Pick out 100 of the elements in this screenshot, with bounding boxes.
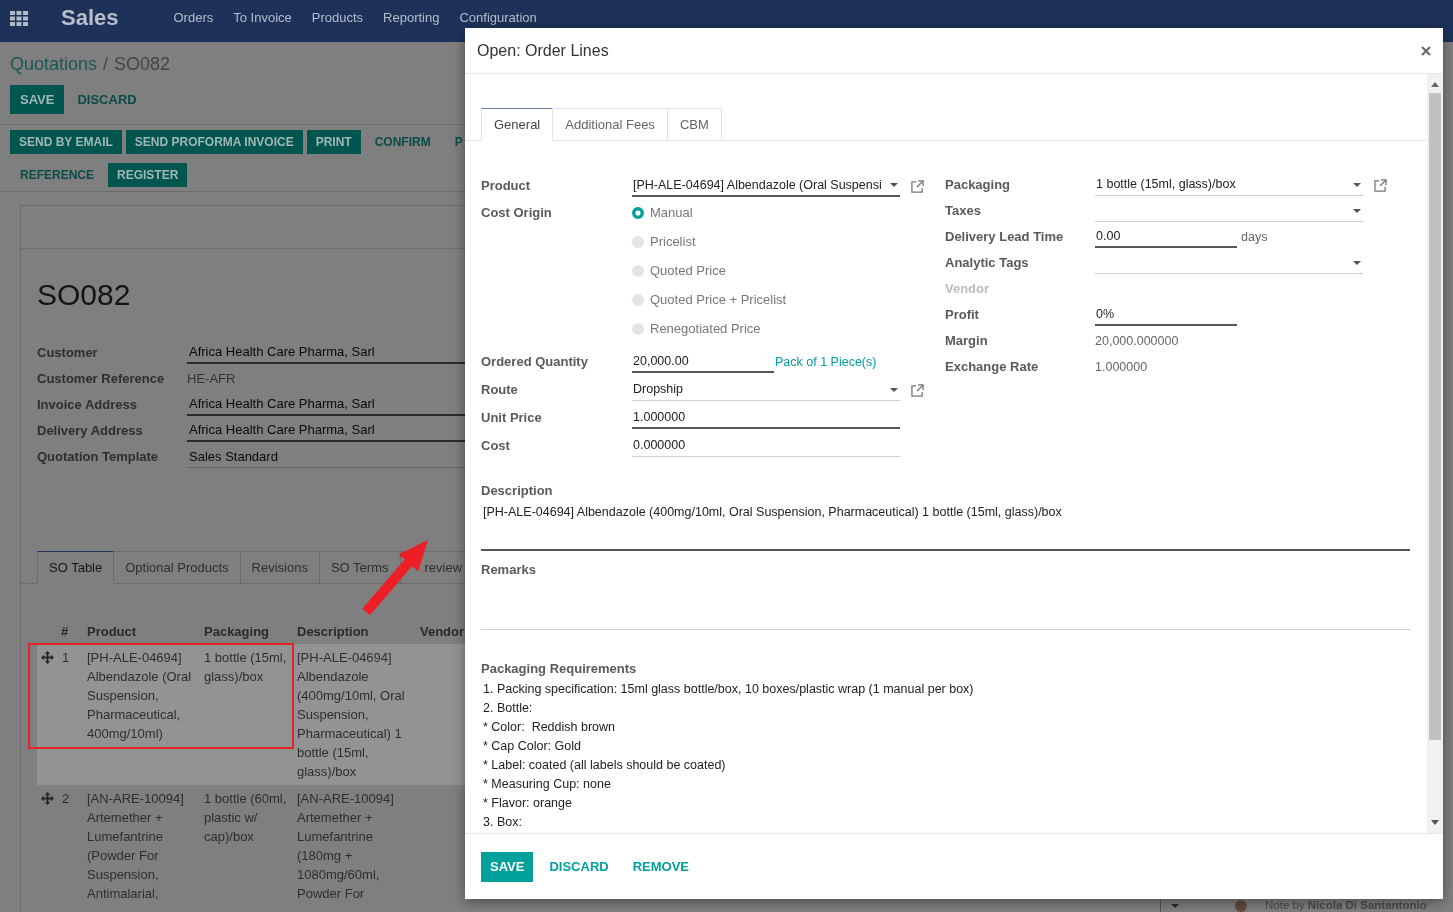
field-label: Customer Reference — [37, 370, 166, 389]
tab[interactable]: CBM — [666, 108, 722, 140]
drag-handle-icon[interactable] — [41, 792, 54, 805]
input-field[interactable]: Africa Health Care Pharma, Sarl — [187, 342, 465, 364]
select-field[interactable]: [PH-ALE-04694] Albendazole (Oral Suspensi — [632, 175, 900, 197]
caret-icon[interactable] — [890, 387, 898, 392]
radio-icon[interactable] — [632, 235, 644, 248]
link-button[interactable]: DISCARD — [64, 85, 150, 114]
menu-item[interactable]: Configuration — [449, 10, 547, 26]
column-header[interactable]: # — [61, 621, 69, 642]
table-cell-text: 2 — [61, 790, 70, 808]
menu-item[interactable]: Orders — [163, 10, 224, 26]
link-button[interactable]: REMOVE — [624, 851, 697, 882]
field-label: Product — [481, 177, 532, 196]
input-field[interactable]: Africa Health Care Pharma, Sarl — [187, 420, 465, 442]
column-header[interactable]: Product — [87, 621, 137, 642]
radio-option[interactable]: Quoted Price + Pricelist — [632, 285, 787, 314]
field-label: Packaging Requirements — [481, 661, 637, 677]
menu-item[interactable]: To Invoice — [223, 10, 302, 26]
radio-option[interactable]: Pricelist — [632, 227, 787, 256]
radio-icon[interactable] — [632, 322, 644, 335]
radio-icon[interactable] — [632, 206, 644, 219]
input-field[interactable]: 1.000000 — [632, 407, 900, 429]
table-cell-text: [PH-ALE-04694] Albendazole (Oral Suspension, Pharmaceutical, 400mg/10ml) — [87, 649, 193, 743]
field-label: Invoice Address — [37, 396, 138, 415]
select-field[interactable]: Dropship — [632, 379, 900, 401]
field-label: Route — [481, 381, 519, 400]
external-link-icon[interactable] — [1374, 178, 1387, 192]
field-label: Description — [481, 483, 553, 499]
field-label: Cost — [481, 437, 511, 456]
input-field[interactable]: 0.000000 — [632, 435, 900, 457]
tab[interactable]: SO Table — [37, 551, 115, 584]
caret-icon[interactable] — [1353, 260, 1361, 265]
field-label: Delivery Lead Time — [945, 228, 1065, 247]
action-button[interactable]: SAVE — [10, 85, 65, 114]
caret-icon[interactable] — [1171, 904, 1179, 908]
input-field[interactable]: 0.00 — [1095, 226, 1237, 248]
dialog-title: Open: Order Lines — [477, 40, 609, 61]
table-cell-text: [AN-ARE-10094] Artemether + Lumefantrine (180mg + 1080mg/60ml, Powder For — [297, 790, 395, 903]
radio-option[interactable]: Manual — [632, 198, 787, 227]
column-header[interactable]: Packaging — [204, 621, 270, 642]
tab[interactable]: General — [481, 108, 554, 141]
description-field[interactable]: [PH-ALE-04694] Albendazole (400mg/10ml, Oral Suspension, Pharmaceutical) 1 bottle (15ml, glass)/box — [481, 503, 1410, 551]
link-button[interactable]: REFERENCE — [10, 163, 104, 187]
drag-handle-icon[interactable] — [41, 651, 54, 664]
action-button[interactable]: SEND PROFORMA INVOICE — [125, 130, 303, 154]
table-cell-text: 1 bottle (60ml, plastic w/ cap)/box — [204, 790, 288, 846]
input-field[interactable]: Sales Standard — [187, 446, 465, 468]
radio-option[interactable]: Quoted Price — [632, 256, 787, 285]
radio-icon[interactable] — [632, 293, 644, 306]
field-label: Customer — [37, 344, 99, 363]
field-label: Packaging — [945, 176, 1012, 195]
scrollbar-thumb[interactable] — [1429, 93, 1441, 740]
table-cell-text: [AN-ARE-10094] Artemether + Lumefantrine (Powder For Suspension, Antimalarial, — [87, 790, 185, 903]
link-button[interactable]: CONFIRM — [364, 130, 441, 154]
field-value: 20,000.000000 — [1095, 332, 1179, 350]
field-label: Taxes — [945, 202, 982, 221]
field-value: HE-AFR — [187, 370, 236, 389]
link-button[interactable]: P — [444, 130, 473, 154]
close-icon[interactable] — [1421, 45, 1431, 56]
apps-grid-icon[interactable] — [10, 11, 28, 26]
breadcrumb-current: SO082 — [114, 53, 171, 75]
field-label: Cost Origin — [481, 204, 553, 222]
field-label: Vendor — [945, 280, 991, 299]
packaging-requirements-text: 1. Packing specification: 15ml glass bottle/box, 10 boxes/plastic wrap (1 manual per box) 2. Bottle: * Color: Reddish brown * Cap Color: Gold * Label: coated (all labels should be coated) * Measuring Cup: none * Flavor: orange 3. Box: — [482, 681, 974, 831]
column-header[interactable]: Vendor — [420, 621, 465, 642]
unit-link[interactable]: Pack of 1 Piece(s) — [775, 352, 877, 372]
table-cell-text: 1 bottle (15ml, glass)/box — [204, 649, 288, 686]
field-label: Delivery Address — [37, 422, 144, 441]
field-label: Analytic Tags — [945, 254, 1030, 273]
input-field[interactable]: 0% — [1095, 304, 1237, 326]
caret-icon[interactable] — [890, 183, 898, 187]
table-row[interactable] — [37, 644, 465, 785]
caret-icon[interactable] — [1353, 208, 1361, 213]
scrollbar-track[interactable] — [1427, 74, 1443, 833]
column-header[interactable]: Description — [297, 621, 369, 642]
action-button[interactable]: SEND BY EMAIL — [10, 130, 122, 154]
action-button[interactable]: SAVE — [481, 851, 534, 882]
menu-item[interactable]: Reporting — [373, 10, 450, 26]
table-cell-text: 1 — [61, 649, 70, 667]
action-button[interactable]: REGISTER — [108, 163, 188, 187]
external-link-icon[interactable] — [911, 383, 924, 397]
menu-item[interactable]: Products — [301, 10, 374, 26]
app-title: Sales — [61, 4, 119, 32]
field-label: Exchange Rate — [945, 358, 1040, 377]
scroll-up-icon[interactable] — [1431, 82, 1439, 87]
caret-icon[interactable] — [1353, 182, 1361, 187]
field-label: Margin — [945, 332, 989, 351]
select-field[interactable]: 1 bottle (15ml, glass)/box — [1095, 174, 1363, 196]
input-field[interactable]: 20,000.00 — [632, 351, 774, 373]
field-label: Quotation Template — [37, 448, 160, 467]
link-button[interactable]: DISCARD — [541, 851, 617, 882]
action-button[interactable]: PRINT — [306, 130, 361, 154]
scroll-down-icon[interactable] — [1431, 820, 1439, 825]
input-field[interactable]: Africa Health Care Pharma, Sarl — [187, 394, 465, 416]
radio-icon[interactable] — [632, 264, 644, 277]
field-label: Profit — [945, 306, 980, 325]
unit-label: days — [1241, 228, 1268, 246]
external-link-icon[interactable] — [911, 179, 924, 193]
radio-option[interactable]: Renegotiated Price — [632, 314, 787, 343]
